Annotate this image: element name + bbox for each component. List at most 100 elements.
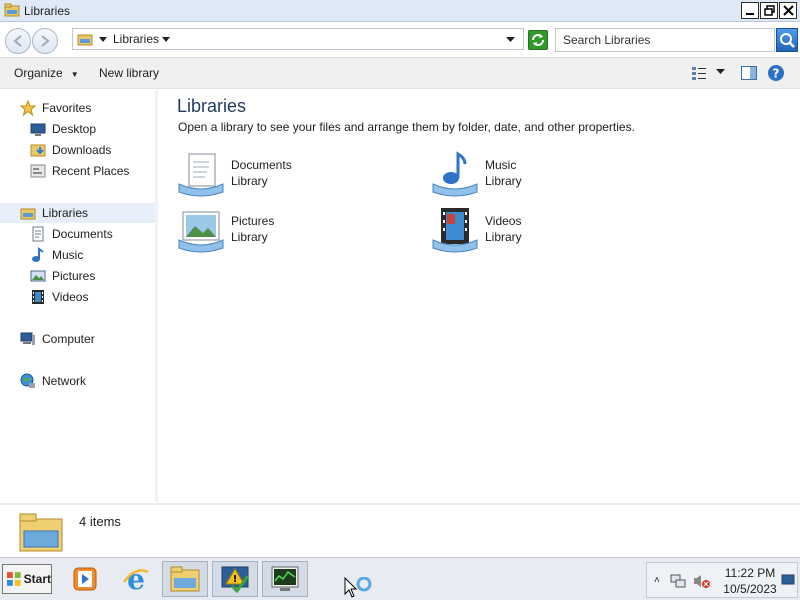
new-library-button[interactable]: New library — [99, 66, 159, 80]
computer-icon — [20, 332, 35, 345]
system-tray: ˄ 11:22 PM 10/5/2023 — [646, 562, 798, 598]
breadcrumb-libraries[interactable]: Libraries — [113, 32, 159, 46]
favorites-star-icon — [20, 100, 36, 116]
nav-music[interactable]: Music — [30, 245, 83, 265]
help-icon[interactable]: ? — [767, 64, 785, 82]
library-name: Pictures — [231, 214, 275, 228]
nav-computer-label: Computer — [42, 332, 95, 346]
view-options-dropdown-icon[interactable] — [716, 69, 725, 75]
desktop-icon — [30, 123, 46, 136]
nav-favorites[interactable]: Favorites — [20, 98, 91, 118]
nav-desktop[interactable]: Desktop — [30, 119, 96, 139]
start-button[interactable]: Start — [2, 564, 52, 594]
libraries-folder-icon — [4, 3, 20, 17]
svg-text:e: e — [127, 564, 145, 594]
nav-libraries[interactable]: Libraries — [0, 203, 155, 223]
page-description: Open a library to see your files and arr… — [178, 120, 635, 134]
forward-arrow-icon — [41, 35, 50, 47]
close-button[interactable] — [779, 2, 797, 19]
music-library-icon — [432, 151, 478, 197]
content-pane: Libraries Open a library to see your fil… — [161, 90, 800, 502]
minimize-button[interactable] — [741, 2, 759, 19]
nav-pictures[interactable]: Pictures — [30, 266, 95, 286]
close-icon — [782, 5, 794, 16]
busy-cursor-icon — [344, 577, 372, 598]
pictures-library-icon — [178, 211, 224, 253]
nav-libraries-label: Libraries — [42, 206, 89, 220]
nav-downloads[interactable]: Downloads — [30, 140, 111, 160]
library-name: Music — [485, 158, 517, 172]
nav-videos-label: Videos — [52, 290, 89, 304]
search-button[interactable] — [776, 28, 798, 52]
nav-recent-places-label: Recent Places — [52, 164, 130, 178]
library-type: Library — [485, 174, 522, 188]
library-type: Library — [485, 230, 522, 244]
change-view-icon[interactable] — [690, 64, 708, 82]
library-type: Library — [231, 174, 268, 188]
restore-button[interactable] — [760, 2, 778, 19]
network-tray-icon[interactable] — [670, 573, 686, 589]
taskbar-windows-explorer[interactable] — [162, 561, 208, 597]
clock-date[interactable]: 10/5/2023 — [722, 582, 778, 596]
organize-label: Organize — [14, 66, 63, 80]
nav-network[interactable]: Network — [20, 371, 86, 391]
nav-favorites-label: Favorites — [42, 101, 92, 115]
address-history-dropdown-icon[interactable] — [506, 37, 515, 43]
document-icon — [32, 226, 44, 242]
windows-explorer-icon — [170, 566, 200, 592]
volume-muted-icon[interactable] — [693, 573, 711, 589]
library-pictures[interactable]: Pictures Library — [177, 206, 397, 256]
address-bar[interactable]: Libraries — [72, 28, 524, 50]
nav-network-label: Network — [42, 374, 87, 388]
nav-documents[interactable]: Documents — [30, 224, 113, 244]
library-music[interactable]: Music Library — [431, 150, 651, 200]
start-label: Start — [23, 572, 51, 586]
network-icon — [20, 373, 35, 388]
film-strip-icon — [32, 290, 44, 304]
organize-button[interactable]: Organize ▼ — [14, 66, 79, 80]
nav-desktop-label: Desktop — [52, 122, 97, 136]
address-row: Libraries Search Libraries — [0, 22, 800, 58]
chevron-down-icon[interactable] — [162, 37, 170, 43]
task-manager-icon — [271, 566, 299, 591]
library-videos[interactable]: Videos Library — [431, 206, 651, 256]
svg-text:?: ? — [773, 67, 780, 81]
svg-text:!: ! — [233, 574, 238, 585]
window-title: Libraries — [24, 4, 71, 18]
taskbar: Start e ! ˄ 11:22 PM 10/5/2023 — [0, 557, 800, 600]
details-pane: 4 items — [0, 503, 800, 557]
item-count: 4 items — [79, 514, 121, 529]
search-input[interactable]: Search Libraries — [555, 28, 775, 52]
back-button[interactable] — [5, 28, 31, 54]
command-bar: Organize ▼ New library ? — [0, 58, 800, 89]
internet-explorer-icon: e — [123, 564, 149, 594]
nav-recent-places[interactable]: Recent Places — [30, 161, 129, 181]
libraries-folder-icon — [19, 513, 63, 552]
library-name: Videos — [485, 214, 522, 228]
nav-videos[interactable]: Videos — [30, 287, 88, 307]
show-desktop-icon[interactable] — [781, 574, 795, 586]
library-type: Library — [231, 230, 268, 244]
pictures-icon — [30, 270, 46, 282]
recent-places-icon — [30, 164, 46, 178]
clock-time[interactable]: 11:22 PM — [722, 566, 778, 580]
windows-logo-icon — [6, 572, 21, 586]
library-documents[interactable]: Documents Library — [177, 150, 397, 200]
preview-pane-icon[interactable] — [740, 64, 758, 82]
taskbar-internet-explorer[interactable]: e — [113, 561, 159, 597]
taskbar-action-center[interactable]: ! — [212, 561, 258, 597]
downloads-folder-icon — [30, 144, 46, 157]
refresh-button[interactable] — [528, 30, 548, 50]
chevron-down-icon[interactable] — [99, 37, 107, 43]
videos-library-icon — [432, 208, 478, 253]
taskbar-media-player[interactable] — [62, 561, 108, 597]
nav-documents-label: Documents — [52, 227, 113, 241]
taskbar-task-manager[interactable] — [262, 561, 308, 597]
nav-computer[interactable]: Computer — [20, 329, 95, 349]
documents-library-icon — [178, 153, 224, 197]
show-hidden-icons-icon[interactable]: ˄ — [654, 575, 660, 586]
media-player-icon — [73, 567, 97, 591]
title-bar: Libraries — [0, 0, 800, 22]
nav-downloads-label: Downloads — [52, 143, 112, 157]
forward-button[interactable] — [32, 28, 58, 54]
